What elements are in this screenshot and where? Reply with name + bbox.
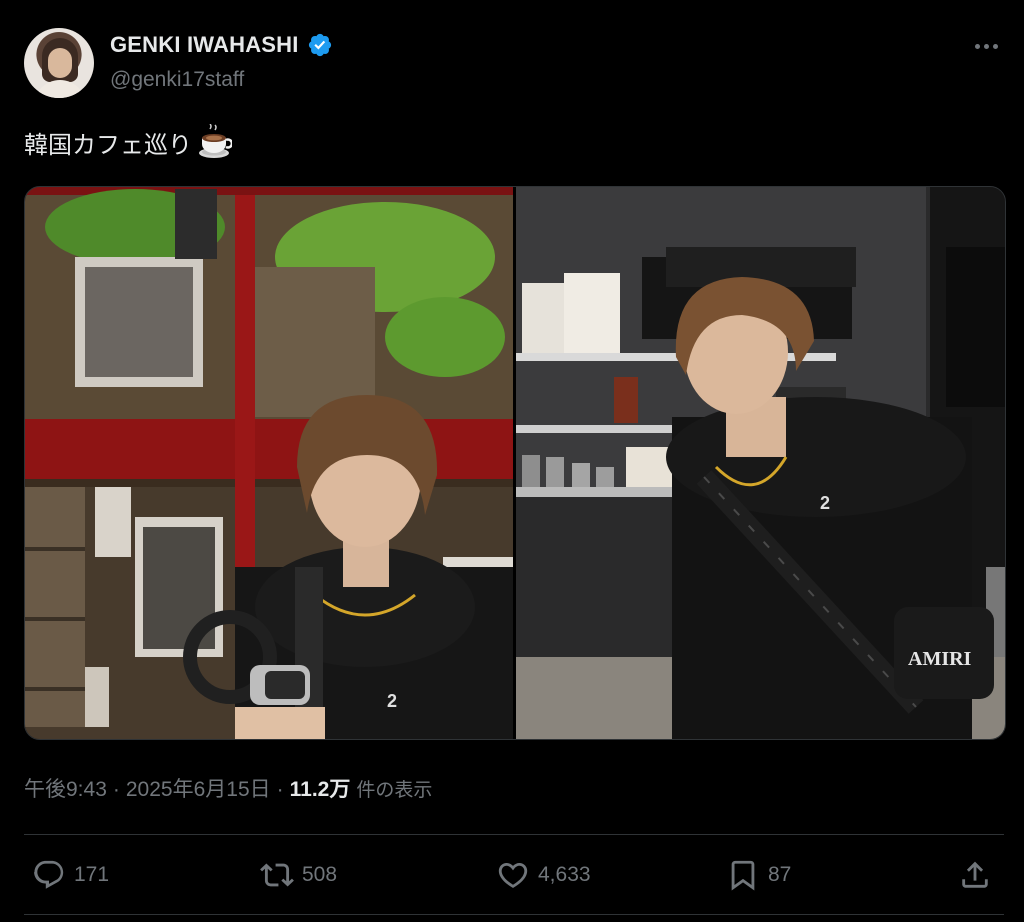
meta-separator-2: · xyxy=(276,778,284,801)
author-display-name[interactable]: GENKI IWAHASHI xyxy=(110,32,299,58)
photo-1-illustration: 2 xyxy=(25,187,513,739)
verified-badge-icon[interactable] xyxy=(307,32,333,58)
divider-bottom xyxy=(24,914,1004,915)
reply-button[interactable]: 171 xyxy=(32,852,109,898)
divider-top xyxy=(24,834,1004,835)
author-handle[interactable]: @genki17staff xyxy=(110,68,244,92)
tweet-metadata: 午後9:43 · 2025年6月15日 · 11.2万 件の表示 xyxy=(24,773,432,803)
more-options-icon[interactable] xyxy=(970,32,1002,60)
retweet-icon xyxy=(260,863,294,887)
svg-text:AMIRI: AMIRI xyxy=(908,648,972,670)
bookmark-icon xyxy=(731,860,755,891)
photo-1[interactable]: 2 xyxy=(25,187,513,739)
svg-text:2: 2 xyxy=(387,691,397,711)
coffee-cup-icon xyxy=(199,124,232,158)
svg-text:2: 2 xyxy=(820,493,830,513)
bookmark-button[interactable]: 87 xyxy=(726,852,791,898)
action-bar: 171 508 4,633 87 xyxy=(24,852,1004,898)
avatar-face xyxy=(48,48,72,78)
author-name-row: GENKI IWAHASHI xyxy=(110,32,333,58)
photo-2-illustration: AMIRI 2 xyxy=(516,187,1005,739)
like-button[interactable]: 4,633 xyxy=(496,852,591,898)
reply-count: 171 xyxy=(74,863,110,886)
tweet-time[interactable]: 午後9:43 xyxy=(24,773,107,803)
share-button[interactable] xyxy=(958,852,992,898)
meta-separator: · xyxy=(112,778,120,801)
share-icon xyxy=(962,861,988,888)
bookmark-count: 87 xyxy=(768,863,792,886)
tweet: GENKI IWAHASHI @genki17staff 韓国カフェ巡り 2 A… xyxy=(0,0,1024,922)
views-count[interactable]: 11.2万 xyxy=(290,773,351,803)
photo-2[interactable]: AMIRI 2 xyxy=(516,187,1005,739)
tweet-date[interactable]: 2025年6月15日 xyxy=(126,773,271,803)
avatar[interactable] xyxy=(24,28,94,98)
heart-icon xyxy=(498,862,528,888)
tweet-text-content: 韓国カフェ巡り xyxy=(24,130,192,159)
media-grid: 2 AMIRI 2 xyxy=(24,186,1006,740)
like-count: 4,633 xyxy=(538,863,591,886)
retweet-count: 508 xyxy=(302,863,338,886)
retweet-button[interactable]: 508 xyxy=(260,852,337,898)
views-label: 件の表示 xyxy=(356,779,433,801)
reply-icon xyxy=(34,860,64,889)
avatar-body xyxy=(34,80,86,98)
tweet-text: 韓国カフェ巡り xyxy=(24,124,232,160)
